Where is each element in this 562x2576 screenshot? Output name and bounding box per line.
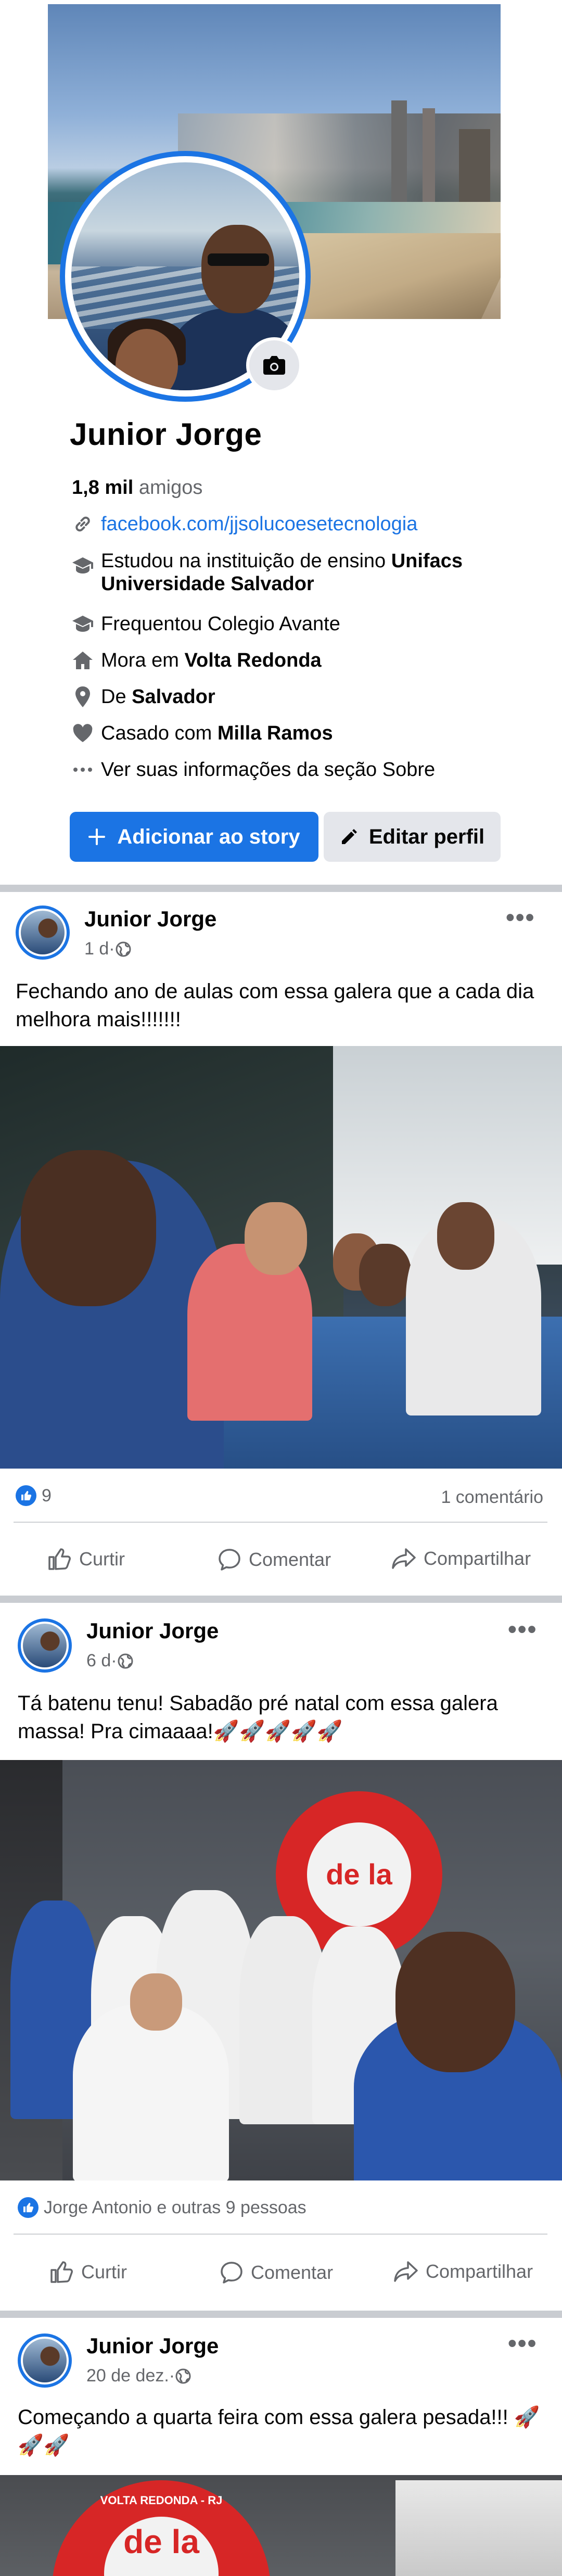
heart-icon <box>71 721 95 745</box>
graduation-cap-icon <box>71 554 95 578</box>
post-photo[interactable]: de la <box>0 1760 562 2180</box>
comment-icon <box>219 1549 240 1571</box>
post-author-avatar[interactable] <box>18 2333 72 2388</box>
lives-in-row: Mora em Volta Redonda <box>71 648 322 672</box>
profile-name: Junior Jorge <box>70 417 262 452</box>
like-button[interactable]: Curtir <box>48 1548 125 1571</box>
more-dots-icon <box>71 758 95 782</box>
section-divider <box>0 2311 562 2318</box>
brand-sign: de la <box>307 1822 411 1927</box>
post-options-icon[interactable]: ••• <box>508 1615 537 1644</box>
post-options-icon[interactable]: ••• <box>506 903 535 932</box>
post-text: Tá batenu tenu! Sabadão pré natal com es… <box>18 1692 498 1743</box>
link-icon <box>71 512 95 536</box>
post-author-avatar[interactable] <box>16 906 70 960</box>
share-icon <box>394 2261 418 2282</box>
thumbs-up-icon <box>48 1548 71 1570</box>
post-photo[interactable]: VOLTA REDONDA - RJ de la <box>0 2475 562 2576</box>
location-pin-icon <box>71 685 95 709</box>
share-icon <box>392 1548 416 1569</box>
post-options-icon[interactable]: ••• <box>508 2329 537 2358</box>
relationship-row: Casado com Milla Ramos <box>71 721 333 745</box>
globe-icon <box>175 2368 191 2383</box>
post-author-avatar[interactable] <box>18 1618 72 1673</box>
pencil-icon <box>341 829 357 844</box>
add-story-button[interactable]: Adicionar ao story <box>70 812 318 862</box>
post-timestamp[interactable]: 20 de dez. · <box>86 2366 191 2386</box>
post-author-name[interactable]: Junior Jorge <box>86 2333 219 2358</box>
globe-icon <box>116 941 131 957</box>
share-button[interactable]: Compartilhar <box>393 2261 533 2282</box>
section-divider <box>0 885 562 892</box>
hometown-row: De Salvador <box>71 685 215 709</box>
profile-link-row[interactable]: facebook.com/jjsolucoesetecnologia <box>71 512 417 536</box>
education-row: Estudou na instituição de ensino Unifacs… <box>71 550 496 595</box>
thumbs-up-icon <box>50 2261 73 2283</box>
brand-sign-text: VOLTA REDONDA - RJ <box>100 2494 223 2507</box>
graduation-cap-icon <box>71 612 95 636</box>
post-reactions[interactable]: Jorge Antonio e outras 9 pessoas <box>18 2197 306 2218</box>
comment-button[interactable]: Comentar <box>220 2261 333 2285</box>
like-reaction-icon <box>18 2197 39 2218</box>
share-button[interactable]: Compartilhar <box>391 1548 531 1570</box>
post-photo[interactable] <box>0 1046 562 1469</box>
profile-link[interactable]: facebook.com/jjsolucoesetecnologia <box>101 513 417 535</box>
reactions-divider <box>14 2234 547 2235</box>
comment-icon <box>221 2262 242 2284</box>
like-reaction-icon <box>16 1485 36 1506</box>
post-author-name[interactable]: Junior Jorge <box>84 907 216 932</box>
post-author-name[interactable]: Junior Jorge <box>86 1618 219 1643</box>
post-reactions[interactable]: 9 <box>16 1485 52 1506</box>
home-icon <box>71 648 95 672</box>
friends-count[interactable]: 1,8 mil amigos <box>72 477 202 499</box>
plus-icon <box>88 828 106 845</box>
globe-icon <box>118 1653 133 1668</box>
about-link-row[interactable]: Ver suas informações da seção Sobre <box>71 758 435 782</box>
post-text: Fechando ano de aulas com essa galera qu… <box>16 980 534 1031</box>
attended-row: Frequentou Colegio Avante <box>71 612 340 636</box>
post-text: Começando a quarta feira com essa galera… <box>18 2406 540 2457</box>
comment-button[interactable]: Comentar <box>218 1548 331 1572</box>
camera-icon[interactable] <box>246 337 302 393</box>
section-divider <box>0 1596 562 1603</box>
post-comments-count[interactable]: 1 comentário <box>441 1487 543 1508</box>
like-button[interactable]: Curtir <box>50 2261 127 2284</box>
post-timestamp[interactable]: 6 d · <box>86 1651 134 1671</box>
reactions-divider <box>14 1522 547 1523</box>
edit-profile-button[interactable]: Editar perfil <box>324 812 501 862</box>
post-timestamp[interactable]: 1 d · <box>84 939 132 959</box>
